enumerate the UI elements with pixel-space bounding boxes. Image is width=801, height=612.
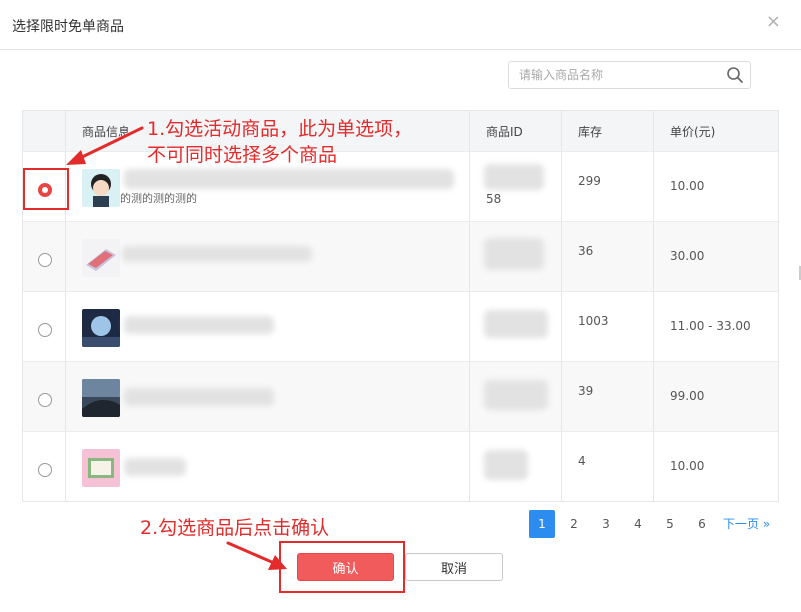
page-2[interactable]: 2 (561, 510, 587, 538)
page-4[interactable]: 4 (625, 510, 651, 538)
product-radio[interactable] (38, 253, 52, 267)
product-thumbnail (82, 169, 120, 207)
dialog-header: 选择限时免单商品 × (0, 0, 801, 50)
select-product-dialog: 选择限时免单商品 × 商品信息 商品ID 库存 单价(元) (0, 0, 801, 612)
search-input[interactable] (509, 62, 719, 88)
dialog-title: 选择限时免单商品 (12, 19, 124, 35)
search-icon[interactable] (726, 66, 744, 84)
search-box (508, 61, 751, 89)
page-3[interactable]: 3 (593, 510, 619, 538)
next-page-link[interactable]: 下一页 » (723, 510, 770, 538)
annotation-note-1-line-2: 不可同时选择多个商品 (147, 144, 338, 166)
page-6[interactable]: 6 (689, 510, 715, 538)
redacted-title (124, 316, 274, 334)
redacted-title (124, 458, 186, 476)
redacted-title (124, 388, 274, 406)
cancel-button[interactable]: 取消 (405, 553, 503, 581)
redacted-title (122, 246, 312, 262)
header-unit-price: 单价(元) (653, 111, 778, 151)
page-1[interactable]: 1 (529, 510, 555, 538)
annotation-box-confirm (279, 541, 405, 593)
header-product-id: 商品ID (469, 111, 561, 151)
close-icon[interactable]: × (766, 12, 781, 32)
table-row[interactable]: 的测的测的测的 58 299 10.00 (23, 151, 778, 221)
product-thumbnail (82, 449, 120, 487)
price-value: 10.00 (670, 179, 705, 193)
page-5[interactable]: 5 (657, 510, 683, 538)
product-thumbnail (82, 379, 120, 417)
product-radio[interactable] (38, 463, 52, 477)
product-table: 商品信息 商品ID 库存 单价(元) 的测的测的测的 58 299 10.00 … (22, 110, 779, 502)
product-radio[interactable] (38, 323, 52, 337)
price-value: 30.00 (670, 249, 705, 263)
annotation-note-1-line-1: 1.勾选活动商品，此为单选项， (147, 118, 413, 140)
header-select (23, 111, 65, 151)
stock-value: 36 (578, 244, 594, 258)
stock-value: 299 (578, 174, 601, 188)
product-thumbnail (82, 309, 120, 347)
annotation-note-2: 2.勾选商品后点击确认 (140, 517, 330, 539)
header-stock: 库存 (561, 111, 653, 151)
product-id: 58 (486, 192, 502, 206)
table-row[interactable]: 1003 11.00 - 33.00 (23, 291, 778, 361)
price-value: 10.00 (670, 459, 705, 473)
price-value: 99.00 (670, 389, 705, 403)
price-value: 11.00 - 33.00 (670, 319, 751, 333)
product-thumbnail (82, 239, 120, 277)
stock-value: 4 (578, 454, 586, 468)
product-radio[interactable] (38, 393, 52, 407)
table-row[interactable]: 39 99.00 (23, 361, 778, 431)
redacted-title (124, 169, 454, 189)
stock-value: 39 (578, 384, 594, 398)
stock-value: 1003 (578, 314, 609, 328)
product-desc: 的测的测的测的 (120, 192, 197, 205)
table-row[interactable]: 4 10.00 (23, 431, 778, 501)
annotation-box-radio (23, 168, 69, 210)
table-row[interactable]: 36 30.00 (23, 221, 778, 291)
